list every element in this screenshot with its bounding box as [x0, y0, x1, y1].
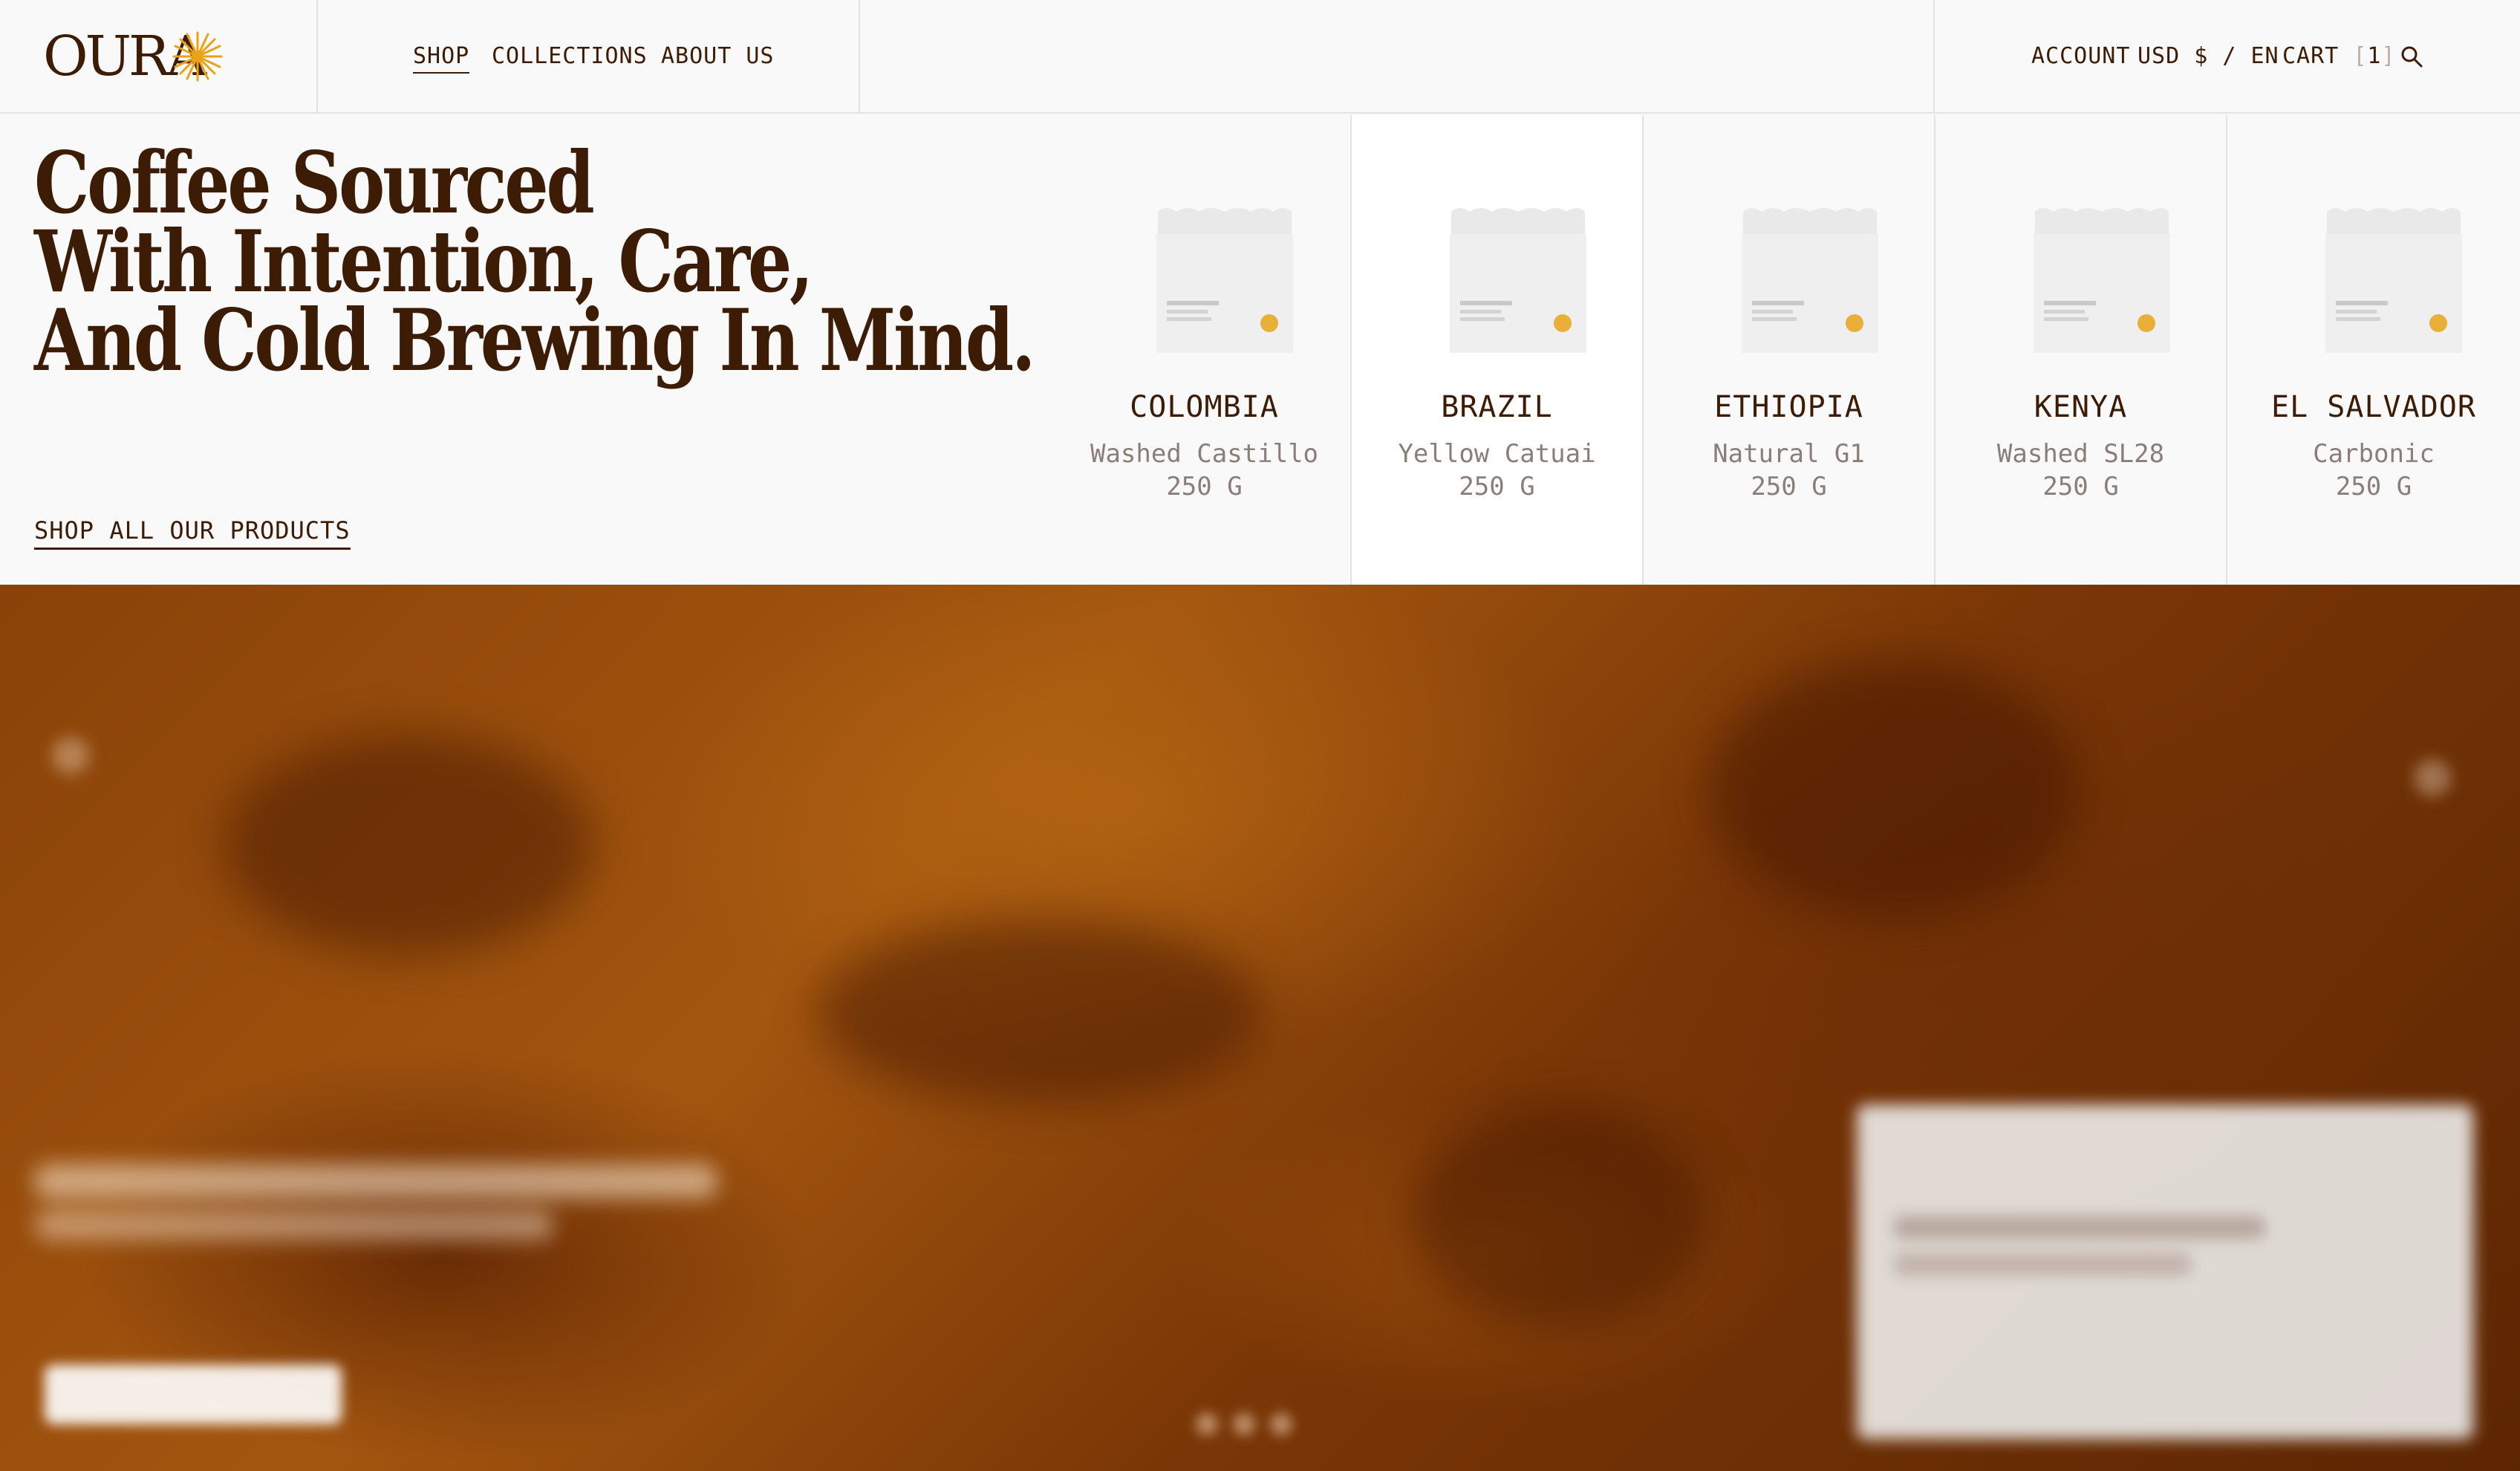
headline-line: With Intention, Care, [34, 212, 814, 311]
background-texture [223, 733, 594, 956]
product-card-colombia[interactable]: COLOMBIA Washed Castillo 250 G [1058, 115, 1350, 585]
product-name: KENYA [2034, 390, 2128, 424]
product-name: BRAZIL [1441, 390, 1553, 424]
blurred-line [1894, 1216, 2265, 1238]
banner-card-blurred [1857, 1105, 2473, 1439]
headline-line: And Cold Brewing In Mind. [34, 290, 1036, 390]
cart-bracket-open: [ [2353, 43, 2368, 69]
nav-collections[interactable]: COLLECTIONS [492, 43, 648, 69]
background-texture [1411, 1105, 1708, 1328]
carousel-prev-icon[interactable] [52, 737, 89, 774]
product-variant: Yellow Catuai [1398, 439, 1596, 469]
product-weight: 250 G [1751, 472, 1827, 501]
cart-count: 1 [2367, 43, 2382, 69]
product-variant: Washed Castillo [1090, 439, 1319, 469]
site-header: OURA SHOP COLLECTIONS ABOUT US ACCOUNT U… [0, 0, 2520, 114]
product-card-ethiopia[interactable]: ETHIOPIA Natural G1 250 G [1642, 115, 1934, 585]
product-variant: Natural G1 [1713, 439, 1865, 469]
product-variant: Washed SL28 [1996, 439, 2165, 469]
headline-line: Coffee Sourced [34, 133, 595, 233]
carousel-dots[interactable] [1196, 1413, 1322, 1435]
product-weight: 250 G [2335, 472, 2412, 501]
coffee-bag-image [1450, 208, 1586, 353]
background-texture [817, 919, 1263, 1105]
search-icon[interactable] [2400, 45, 2423, 68]
coffee-bag-image [2034, 208, 2170, 353]
hero-section: Coffee Sourced With Intention, Care, And… [0, 115, 2520, 585]
product-name: ETHIOPIA [1714, 390, 1863, 424]
banner-text-blurred [34, 1164, 732, 1246]
blurred-line [1894, 1253, 2191, 1276]
product-weight: 250 G [1166, 472, 1243, 501]
coffee-bag-image [1156, 208, 1293, 353]
carousel-dot[interactable] [1233, 1413, 1255, 1435]
main-nav: SHOP COLLECTIONS ABOUT US [318, 0, 860, 114]
product-variant: Carbonic [2313, 439, 2435, 469]
coffee-bag-image [1742, 208, 1878, 353]
blurred-line [34, 1210, 554, 1240]
carousel-dot[interactable] [1270, 1413, 1292, 1435]
sun-logo-icon [172, 31, 223, 82]
currency-language-selector[interactable]: USD $ / EN [2138, 43, 2279, 69]
carousel-dot[interactable] [1196, 1413, 1218, 1435]
banner-button-blurred[interactable] [45, 1365, 342, 1424]
product-weight: 250 G [2042, 472, 2119, 501]
product-name: COLOMBIA [1130, 390, 1279, 424]
featured-banner-blurred [0, 585, 2520, 1471]
background-texture [1708, 659, 2080, 919]
product-card-kenya[interactable]: KENYA Washed SL28 250 G [1934, 115, 2226, 585]
cart-bracket-close: ] [2381, 43, 2396, 69]
cart-label: CART [2282, 43, 2340, 69]
blurred-line [34, 1164, 717, 1198]
logo-cell: OURA [0, 0, 318, 114]
carousel-next-icon[interactable] [2414, 759, 2451, 796]
hero-headline: Coffee Sourced With Intention, Care, And… [34, 133, 1036, 390]
product-name: EL SALVADOR [2271, 390, 2476, 424]
cart-link[interactable]: CART [1] [2282, 43, 2396, 69]
nav-shop[interactable]: SHOP [413, 43, 470, 74]
product-card-brazil[interactable]: BRAZIL Yellow Catuai 250 G [1350, 115, 1642, 585]
shop-all-products-link[interactable]: SHOP ALL OUR PRODUCTS [34, 516, 351, 550]
coffee-bag-image [2325, 208, 2462, 353]
product-card-el-salvador[interactable]: EL SALVADOR Carbonic 250 G [2226, 115, 2520, 585]
nav-about-us[interactable]: ABOUT US [661, 43, 775, 69]
account-link[interactable]: ACCOUNT [2031, 43, 2130, 69]
product-weight: 250 G [1459, 472, 1535, 501]
